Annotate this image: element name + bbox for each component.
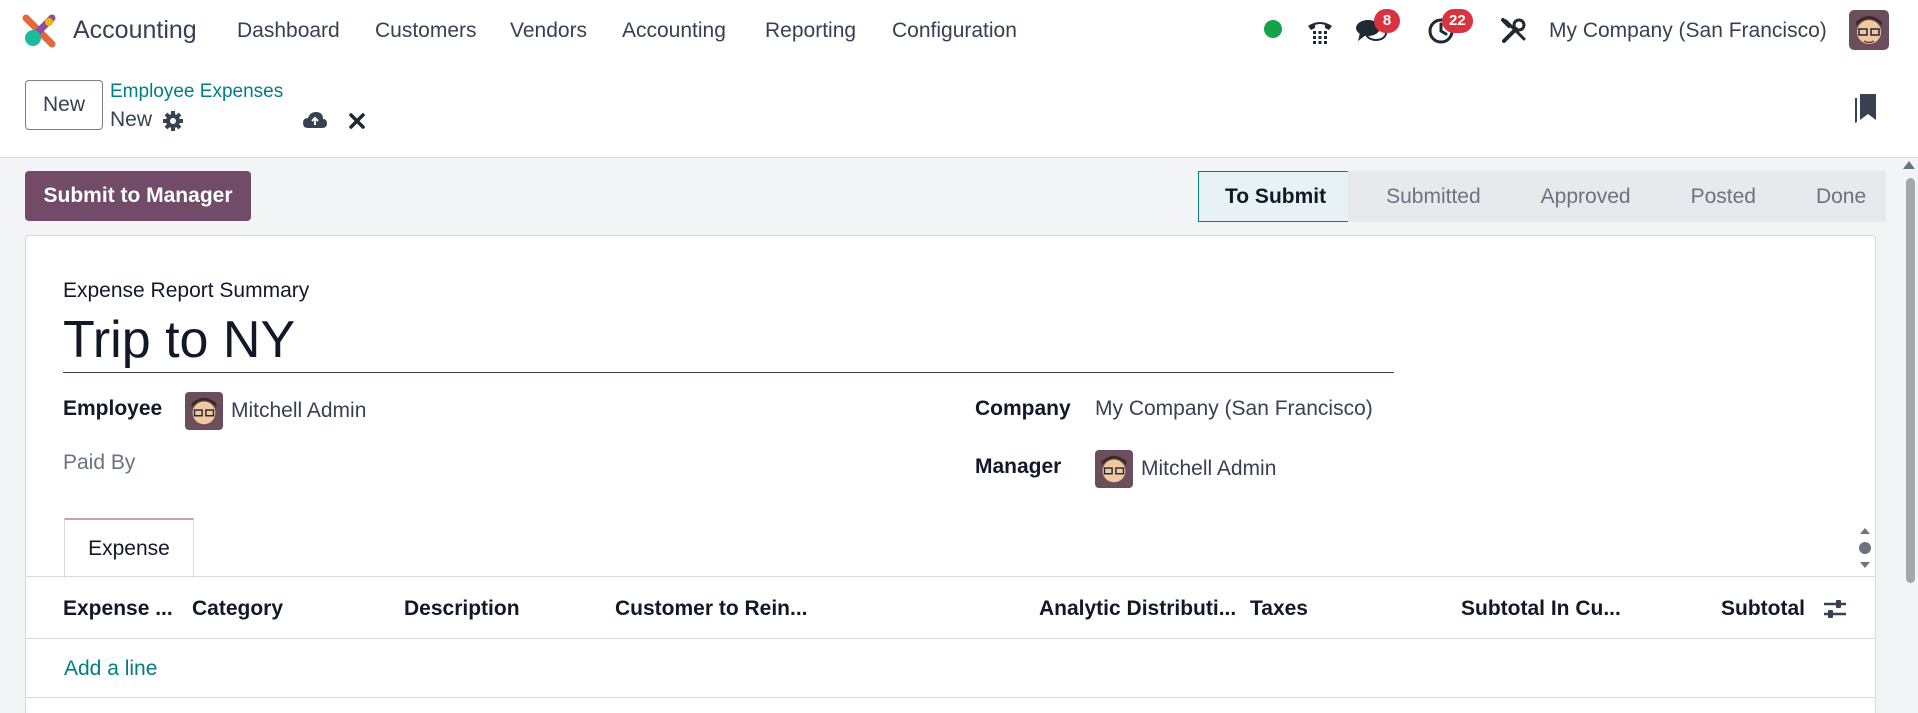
app-logo-icon[interactable]	[22, 14, 58, 48]
clock-icon[interactable]: 22	[1424, 9, 1473, 48]
menu-reporting[interactable]: Reporting	[765, 19, 856, 43]
stage-posted[interactable]: Posted	[1652, 171, 1778, 222]
breadcrumb-employee-expenses[interactable]: Employee Expenses	[110, 81, 283, 103]
stage-done[interactable]: Done	[1777, 171, 1887, 222]
column-taxes[interactable]: Taxes	[1250, 597, 1308, 621]
expense-report-summary-label: Expense Report Summary	[63, 279, 310, 302]
tab-divider	[25, 576, 1876, 577]
column-analytic-distribution[interactable]: Analytic Distributi...	[1039, 597, 1236, 621]
employee-field[interactable]: Mitchell Admin	[185, 392, 366, 430]
tab-scroll-icon[interactable]	[1857, 522, 1873, 574]
column-subtotal[interactable]: Subtotal	[1721, 597, 1805, 621]
save-cloud-icon[interactable]	[302, 108, 328, 134]
chat-icon[interactable]: 8	[1354, 9, 1400, 48]
menu-configuration[interactable]: Configuration	[892, 19, 1017, 43]
column-customer-to-reinvoice[interactable]: Customer to Rein...	[615, 597, 808, 621]
gear-icon[interactable]	[162, 110, 184, 132]
bookmark-icon[interactable]	[1852, 92, 1878, 124]
column-settings-icon[interactable]	[1822, 596, 1848, 622]
table-header-divider	[25, 638, 1876, 639]
stage-submitted[interactable]: Submitted	[1348, 171, 1503, 222]
discard-icon[interactable]	[346, 110, 368, 132]
messages-badge: 8	[1374, 9, 1400, 33]
top-navbar: Accounting Dashboard Customers Vendors A…	[0, 0, 1918, 62]
employee-avatar	[185, 392, 223, 430]
expense-report-summary-input[interactable]: Trip to NY	[63, 308, 1394, 373]
scroll-up-icon[interactable]	[1903, 161, 1915, 169]
stage-label: To Submit	[1225, 184, 1327, 208]
menu-vendors[interactable]: Vendors	[510, 19, 587, 43]
paid-by-label: Paid By	[63, 451, 136, 474]
manager-field[interactable]: Mitchell Admin	[1095, 450, 1276, 488]
tools-icon[interactable]	[1497, 14, 1531, 48]
status-bar: To Submit Submitted Approved Posted Done	[1198, 171, 1887, 222]
menu-accounting[interactable]: Accounting	[622, 19, 726, 43]
menu-customers[interactable]: Customers	[375, 19, 477, 43]
add-a-line-link[interactable]: Add a line	[64, 657, 157, 681]
stage-label: Approved	[1540, 184, 1631, 208]
column-subtotal-in-currency[interactable]: Subtotal In Cu...	[1461, 597, 1621, 621]
stage-to-submit[interactable]: To Submit	[1198, 171, 1349, 222]
column-expense[interactable]: Expense ...	[63, 597, 173, 621]
column-category[interactable]: Category	[192, 597, 283, 621]
table-footer-divider	[25, 697, 1876, 698]
column-description[interactable]: Description	[404, 597, 520, 621]
manager-value: Mitchell Admin	[1141, 457, 1277, 480]
menu-dashboard[interactable]: Dashboard	[237, 19, 340, 43]
employee-label: Employee	[63, 397, 163, 420]
new-button[interactable]: New	[25, 80, 103, 130]
company-field[interactable]: My Company (San Francisco)	[1095, 397, 1373, 421]
tab-expense[interactable]: Expense	[64, 518, 194, 578]
presence-status-dot[interactable]	[1264, 20, 1282, 38]
stage-label: Posted	[1690, 184, 1756, 208]
company-switcher[interactable]: My Company (San Francisco)	[1549, 19, 1827, 43]
activities-badge: 22	[1442, 9, 1473, 33]
record-name: New	[110, 108, 153, 131]
employee-value: Mitchell Admin	[231, 399, 367, 422]
stage-approved[interactable]: Approved	[1502, 171, 1653, 222]
vertical-scrollbar[interactable]	[1906, 178, 1915, 583]
app-name[interactable]: Accounting	[73, 16, 197, 45]
stage-label: Submitted	[1386, 184, 1481, 208]
phone-icon[interactable]	[1303, 14, 1337, 48]
company-label: Company	[975, 397, 1071, 420]
manager-label: Manager	[975, 455, 1062, 478]
control-panel: New Employee Expenses New	[0, 62, 1918, 158]
submit-to-manager-button[interactable]: Submit to Manager	[25, 171, 251, 221]
manager-avatar	[1095, 450, 1133, 488]
form-sheet	[25, 235, 1876, 713]
user-avatar[interactable]	[1849, 10, 1889, 50]
stage-label: Done	[1815, 184, 1867, 208]
